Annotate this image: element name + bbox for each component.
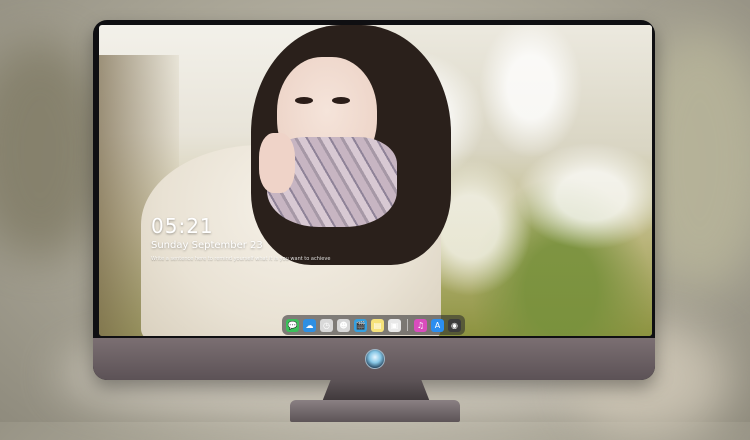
screen: 05:21 Sunday September 23 Write a senten…	[99, 25, 652, 336]
monitor-stand-neck	[322, 380, 430, 402]
messages-icon[interactable]: 💬	[286, 318, 299, 332]
lockscreen-time: 05:21	[151, 214, 214, 238]
lockscreen-date: Sunday September 23	[151, 240, 263, 251]
dock-separator	[407, 319, 408, 331]
dock: 💬 ☁ ◷ ☻ 🎬 ▤ ▣ ♫ A ◉	[282, 315, 465, 335]
music-icon[interactable]: ♫	[414, 318, 427, 332]
finder-icon[interactable]: ☻	[337, 318, 350, 332]
monitor-stand-base	[290, 400, 460, 422]
chat-icon[interactable]: ☁	[303, 318, 316, 332]
lockscreen-quote: Write a sentence here to remind yourself…	[151, 256, 331, 262]
video-icon[interactable]: 🎬	[354, 318, 367, 332]
clock-icon[interactable]: ◷	[320, 318, 333, 332]
notes-icon[interactable]: ▤	[371, 318, 384, 332]
wallpaper-hand	[259, 133, 295, 193]
camera-icon[interactable]: ◉	[448, 318, 461, 332]
monitor-logo-icon	[365, 349, 385, 369]
photos-icon[interactable]: ▣	[388, 318, 401, 332]
wallpaper-eye	[332, 97, 350, 104]
wallpaper-eye	[295, 97, 313, 104]
appstore-icon[interactable]: A	[431, 318, 444, 332]
